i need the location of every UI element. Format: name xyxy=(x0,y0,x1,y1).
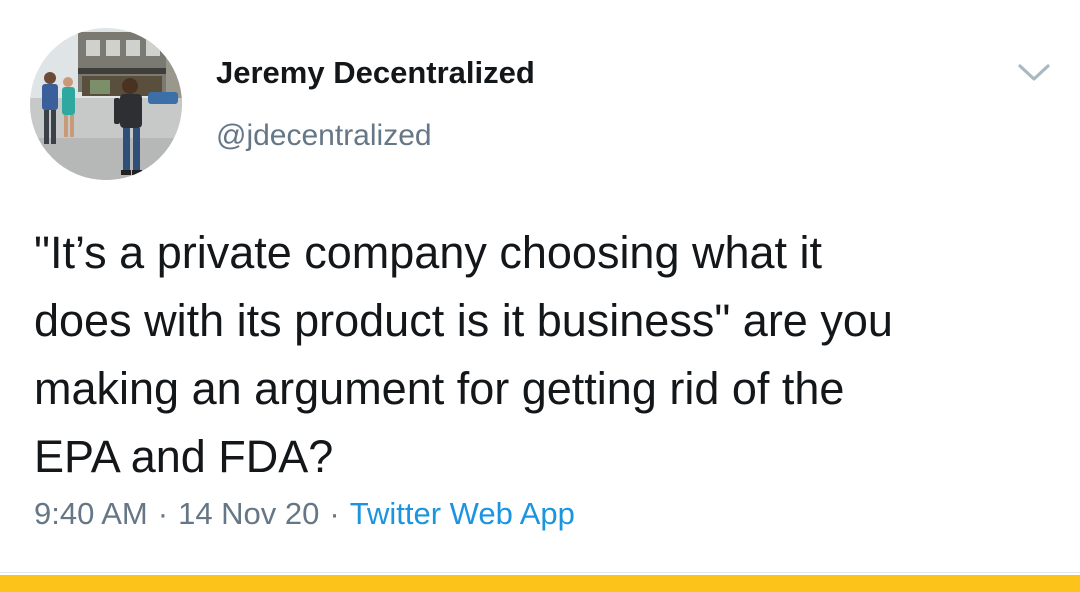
tweet-date[interactable]: 14 Nov 20 xyxy=(178,496,319,531)
meta-separator: · xyxy=(157,496,169,531)
author-display-name[interactable]: Jeremy Decentralized xyxy=(216,55,535,91)
tweet-source-link[interactable]: Twitter Web App xyxy=(350,496,575,531)
chevron-down-icon xyxy=(1018,64,1050,81)
author-handle[interactable]: @jdecentralized xyxy=(216,119,432,153)
author-avatar[interactable] xyxy=(30,28,182,180)
tweet-metadata: 9:40 AM · 14 Nov 20 · Twitter Web App xyxy=(34,496,575,532)
bottom-accent-bar xyxy=(0,575,1080,592)
tweet-card: Jeremy Decentralized @jdecentralized "It… xyxy=(0,0,1080,592)
tweet-time[interactable]: 9:40 AM xyxy=(34,496,148,531)
tweet-menu-button[interactable] xyxy=(1012,54,1056,90)
tweet-text: "It’s a private company choosing what it… xyxy=(34,227,893,482)
meta-separator: · xyxy=(329,496,340,531)
avatar-photo-icon xyxy=(30,28,182,180)
divider xyxy=(0,572,1080,573)
